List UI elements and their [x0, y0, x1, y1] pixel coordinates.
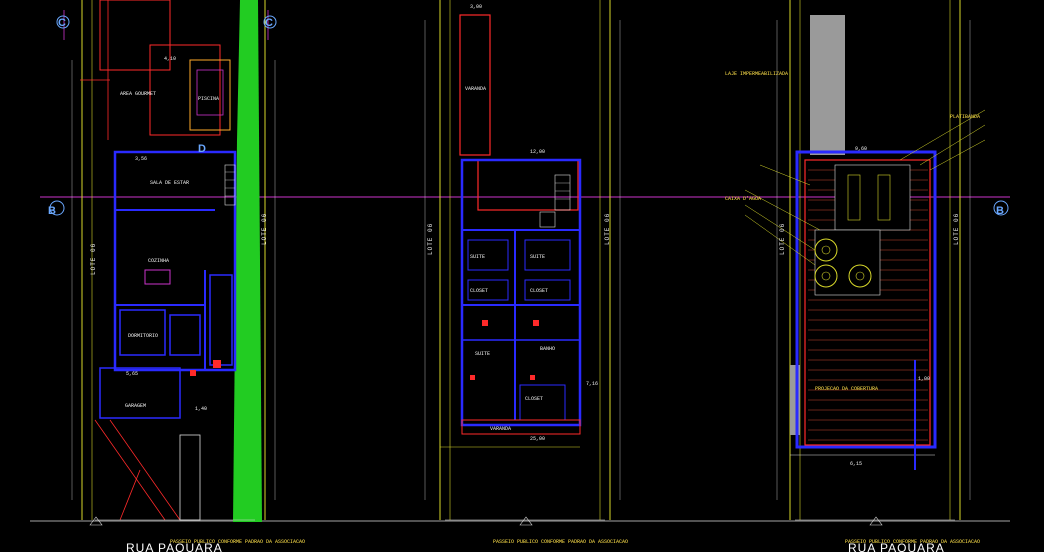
- water-tank-area: [814, 229, 881, 296]
- dim-plan2-c: 25,00: [530, 436, 545, 442]
- sidewalk-note-plan2: PASSEIO PUBLICO CONFORME PADRAO DA ASSOC…: [493, 539, 628, 545]
- red-fixture-5: [470, 375, 475, 380]
- room-label-gourmet: AREA GOURMET: [120, 91, 156, 97]
- room-label-sala: SALA DE ESTAR: [150, 180, 189, 186]
- room-label-banho: BANHO: [540, 346, 555, 352]
- room-label-projecao: PROJECAO DA COBERTURA: [815, 386, 878, 392]
- architectural-drawing: C C D B LOTE 06 LOTE 06 AREA GOURMET PIS…: [0, 0, 1044, 552]
- lot-label-plan3-right: LOTE 06: [953, 213, 960, 245]
- red-fixture-1: [213, 360, 221, 368]
- dim-plan1-b: 4,10: [164, 56, 176, 62]
- dim-plan2-b: 12,00: [530, 149, 545, 155]
- room-label-laje: LAJE IMPERMEABILIZADA: [725, 71, 788, 77]
- canvas-background: [0, 0, 1044, 552]
- red-fixture-2: [190, 370, 196, 376]
- lot-label-plan1-left: LOTE 06: [90, 243, 97, 275]
- dim-plan1-d: 1,40: [195, 406, 207, 412]
- dim-plan1-c: 5,65: [126, 371, 138, 377]
- room-label-piscina: PISCINA: [198, 96, 219, 102]
- room-label-closet-2: CLOSET: [530, 288, 548, 294]
- dim-plan2-a: 3,00: [470, 4, 482, 10]
- room-label-closet-3: CLOSET: [525, 396, 543, 402]
- red-fixture-6: [530, 375, 535, 380]
- lot-label-plan3-left: LOTE 06: [779, 223, 786, 255]
- roof-opening: [834, 164, 911, 231]
- red-fixture-3: [482, 320, 488, 326]
- room-label-garagem: GARAGEM: [125, 403, 146, 409]
- room-label-varanda-front: VARANDA: [490, 426, 511, 432]
- room-label-varanda-top: VARANDA: [465, 86, 486, 92]
- room-label-suite-2: SUITE: [530, 254, 545, 260]
- lot-label-plan2-left: LOTE 06: [427, 223, 434, 255]
- room-label-dormitorio: DORMITORIO: [128, 333, 158, 339]
- room-label-suite-3: SUITE: [475, 351, 490, 357]
- dim-plan3-a: 9,60: [855, 146, 867, 152]
- room-label-closet-1: CLOSET: [470, 288, 488, 294]
- room-label-cozinha: COZINHA: [148, 258, 169, 264]
- dim-plan3-b: 1,00: [918, 376, 930, 382]
- lot-label-plan1-right: LOTE 06: [261, 213, 268, 245]
- marker-d-label: D: [198, 143, 206, 155]
- room-label-caixa: CAIXA D'AGUA: [725, 196, 761, 202]
- section-b-label-left: B: [48, 205, 56, 217]
- red-fixture-4: [533, 320, 539, 326]
- lot-label-plan2-right: LOTE 06: [604, 213, 611, 245]
- sidewalk-note-plan3: PASSEIO PUBLICO CONFORME PADRAO DA ASSOC…: [845, 539, 980, 545]
- sidewalk-note-plan1: PASSEIO PUBLICO CONFORME PADRAO DA ASSOC…: [170, 539, 305, 545]
- grey-laje-block: [810, 15, 845, 155]
- dim-plan1-a: 3,56: [135, 156, 147, 162]
- room-label-suite-1: SUITE: [470, 254, 485, 260]
- section-c-label-left: C: [58, 17, 66, 29]
- dim-plan2-d: 7,16: [586, 381, 598, 387]
- room-label-platibanda: PLATIBANDA: [950, 114, 980, 120]
- section-c-label-right: C: [265, 17, 273, 29]
- dim-plan3-c: 6,15: [850, 461, 862, 467]
